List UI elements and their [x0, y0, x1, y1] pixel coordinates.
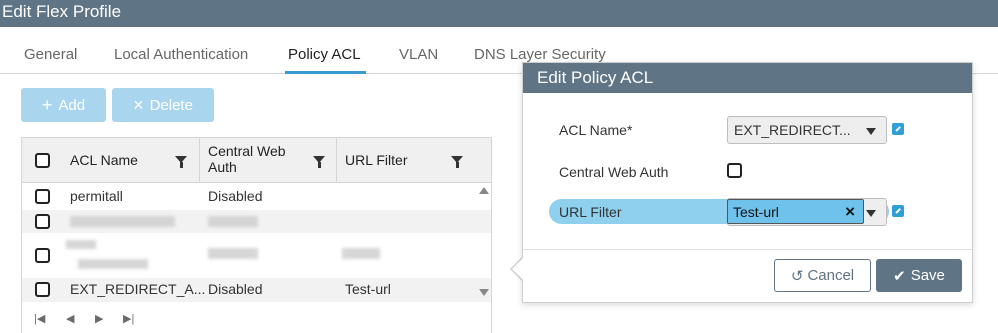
window-title: Edit Flex Profile [2, 2, 122, 21]
last-page-icon[interactable]: ▶| [123, 312, 134, 325]
scroll-up-arrow-icon[interactable] [479, 187, 489, 194]
popover-divider [523, 249, 972, 250]
pagination: |◀ ◀ ▶ ▶| [21, 309, 492, 333]
table-row[interactable]: permitall Disabled [22, 185, 491, 208]
undo-icon: ↺ [790, 267, 804, 285]
central-web-auth-checkbox[interactable] [727, 163, 742, 178]
prev-page-icon[interactable]: ◀ [66, 312, 74, 325]
scroll-down-arrow-icon[interactable] [479, 289, 489, 296]
window-titlebar: Edit Flex Profile [0, 0, 998, 27]
acl-name-cell: EXT_REDIRECT_A... [70, 281, 206, 297]
url-filter-cell: Test-url [345, 281, 391, 297]
row-checkbox[interactable] [35, 189, 50, 204]
row-checkbox[interactable] [35, 282, 50, 297]
row-checkbox[interactable] [35, 248, 50, 263]
redacted-acl-name [70, 216, 175, 227]
add-button[interactable]: + Add [21, 88, 106, 122]
popover-title: Edit Policy ACL [537, 68, 654, 87]
popover-pointer-fill [512, 258, 523, 280]
clear-selection-icon[interactable]: × [845, 202, 855, 222]
popover-header: Edit Policy ACL [523, 63, 972, 93]
table-row[interactable] [22, 210, 491, 233]
chevron-down-icon [866, 210, 876, 217]
acl-name-select[interactable]: EXT_REDIRECT... [727, 116, 887, 144]
table-row[interactable]: EXT_REDIRECT_A... Disabled Test-url [22, 278, 491, 302]
central-web-auth-cell: Disabled [208, 281, 263, 297]
acl-grid: ACL Name Central Web Auth URL Filter per… [21, 137, 492, 333]
plus-icon: + [41, 95, 53, 115]
tab-dns-layer-security[interactable]: DNS Layer Security [474, 46, 606, 63]
filter-icon[interactable] [175, 156, 187, 168]
central-web-auth-cell: Disabled [208, 188, 263, 204]
first-page-icon[interactable]: |◀ [34, 312, 45, 325]
acl-name-select-value: EXT_REDIRECT... [734, 122, 851, 138]
delete-button[interactable]: × Delete [112, 88, 214, 122]
url-filter-selected-chip[interactable]: Test-url × [727, 199, 864, 224]
acl-name-label: ACL Name* [559, 122, 633, 138]
redacted-acl-name [78, 259, 148, 269]
close-icon: × [133, 95, 144, 115]
redacted-acl-name [66, 240, 96, 249]
select-all-checkbox[interactable] [35, 153, 50, 168]
tab-general[interactable]: General [24, 46, 77, 63]
cancel-button-label: Cancel [807, 267, 855, 284]
column-divider [336, 138, 337, 183]
cancel-button[interactable]: ↺ Cancel [774, 259, 871, 292]
table-row[interactable] [22, 235, 491, 277]
url-filter-value: Test-url [733, 204, 779, 220]
tab-local-authentication[interactable]: Local Authentication [114, 46, 248, 63]
column-header-url-filter[interactable]: URL Filter [345, 152, 408, 168]
column-header-central-web-auth[interactable]: Central Web Auth [208, 143, 286, 175]
acl-name-cell: permitall [70, 188, 123, 204]
column-divider [199, 138, 200, 183]
filter-icon[interactable] [313, 156, 325, 168]
central-web-auth-label: Central Web Auth [559, 164, 669, 180]
external-link-icon[interactable] [892, 123, 904, 135]
delete-button-label: Delete [149, 96, 193, 114]
url-filter-label: URL Filter [559, 204, 622, 220]
tab-policy-acl[interactable]: Policy ACL [288, 46, 361, 63]
chevron-down-icon [866, 128, 876, 135]
redacted-central-web-auth [208, 248, 258, 259]
redacted-url-filter [342, 248, 380, 259]
grid-header: ACL Name Central Web Auth URL Filter [22, 138, 491, 183]
row-checkbox[interactable] [35, 214, 50, 229]
add-button-label: Add [58, 96, 86, 114]
save-button[interactable]: ✔ Save [876, 259, 962, 292]
edit-policy-acl-popover: Edit Policy ACL ACL Name* EXT_REDIRECT..… [522, 62, 973, 303]
tab-vlan[interactable]: VLAN [399, 46, 438, 63]
active-tab-indicator [285, 71, 366, 74]
next-page-icon[interactable]: ▶ [95, 312, 103, 325]
external-link-icon[interactable] [892, 205, 904, 217]
save-button-label: Save [910, 267, 945, 284]
filter-icon[interactable] [451, 156, 463, 168]
checkmark-icon: ✔ [893, 267, 906, 285]
column-header-acl-name[interactable]: ACL Name [70, 152, 138, 168]
redacted-central-web-auth [208, 216, 258, 227]
